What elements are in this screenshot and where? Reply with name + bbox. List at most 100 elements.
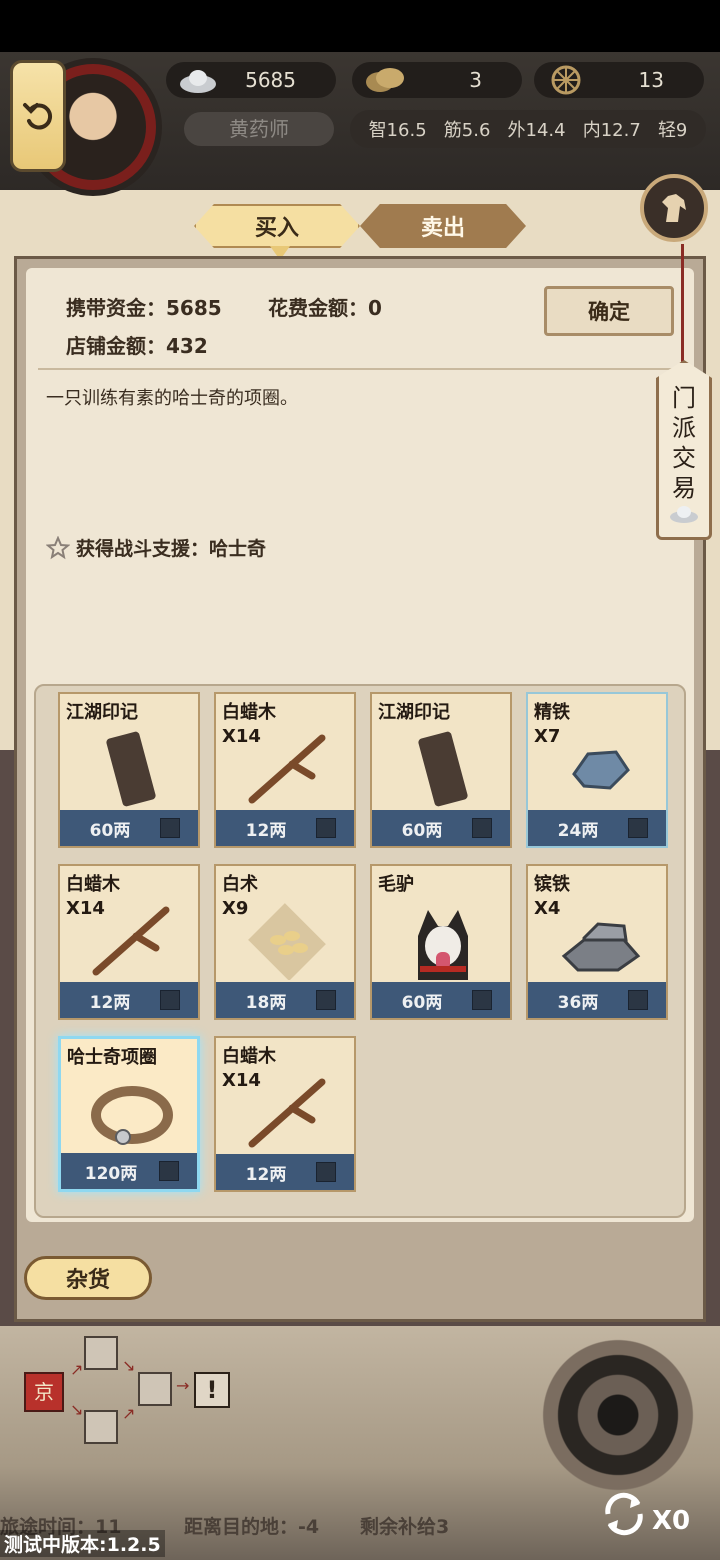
map-node[interactable] — [84, 1410, 118, 1444]
character-stats: 智16.5 筋5.6 外14.4 内12.7 轻9 — [350, 110, 706, 148]
remaining-supplies: 剩余补给3 — [360, 1516, 450, 1538]
distance-to-destination: 距离目的地：-4 — [184, 1516, 320, 1538]
misc-goods-button[interactable]: 杂货 — [24, 1256, 152, 1300]
item-card[interactable]: 毛驴 60两 — [370, 864, 512, 1020]
item-price: 24两 — [557, 820, 599, 841]
item-price: 12两 — [89, 992, 131, 1013]
refresh-count: X0 — [652, 1506, 691, 1536]
map-start-glyph: 京 — [34, 1380, 54, 1404]
item-card[interactable]: 江湖印记 60两 — [370, 692, 512, 848]
wheel-icon — [551, 65, 581, 95]
coin-value: 3 — [469, 68, 482, 92]
item-price: 60两 — [89, 820, 131, 841]
select-checkbox[interactable] — [316, 818, 336, 838]
select-checkbox[interactable] — [160, 990, 180, 1010]
item-name: 江湖印记 — [378, 702, 450, 723]
price-bar: 12两 — [216, 1154, 354, 1190]
price-bar: 12两 — [216, 810, 354, 846]
carry-funds: 携带资金：5685 — [66, 296, 222, 320]
item-name: 白蜡木 — [66, 874, 120, 895]
map-start-node: 京 — [24, 1372, 64, 1412]
stat-inner: 内12.7 — [582, 120, 641, 141]
collar-icon — [91, 1086, 173, 1145]
side-tag-char: 派 — [672, 414, 696, 442]
status-bar — [0, 0, 720, 52]
silver-counter: 5685 — [166, 62, 336, 98]
ore-icon — [572, 750, 630, 790]
item-card[interactable]: 白术 X9 18两 — [214, 864, 356, 1020]
character-name: 黄药师 — [184, 112, 334, 146]
wheel-counter: 13 — [534, 62, 704, 98]
tab-sell[interactable]: 卖出 — [360, 204, 526, 248]
spend-amount: 花费金额：0 — [268, 296, 382, 320]
select-checkbox[interactable] — [628, 818, 648, 838]
item-card-selected[interactable]: 哈士奇项圈 120两 — [58, 1036, 200, 1192]
item-card[interactable]: 江湖印记 60两 — [58, 692, 200, 848]
select-checkbox[interactable] — [472, 818, 492, 838]
price-bar: 60两 — [372, 982, 510, 1018]
price-bar: 60两 — [372, 810, 510, 846]
item-price: 12两 — [245, 1164, 287, 1185]
price-bar: 18两 — [216, 982, 354, 1018]
item-card[interactable]: 镔铁 X4 36两 — [526, 864, 668, 1020]
wood-branch-icon — [92, 906, 170, 976]
side-tag-char: 门 — [672, 384, 696, 412]
silver-ingot-icon — [180, 70, 216, 93]
divider — [38, 368, 688, 370]
token-icon — [418, 731, 468, 807]
side-tag-char: 易 — [672, 474, 696, 502]
price-bar: 36两 — [528, 982, 666, 1018]
travel-wheel[interactable] — [528, 1330, 708, 1500]
item-name: 哈士奇项圈 — [67, 1047, 157, 1068]
item-card[interactable]: 白蜡木 X14 12两 — [214, 1036, 356, 1192]
refresh-icon[interactable] — [596, 1486, 652, 1542]
horse-icon — [662, 194, 686, 222]
item-price: 120两 — [84, 1163, 138, 1184]
select-checkbox[interactable] — [628, 990, 648, 1010]
item-name: 精铁 — [534, 702, 570, 723]
select-checkbox[interactable] — [472, 990, 492, 1010]
wood-branch-icon — [248, 734, 326, 804]
map-node[interactable] — [138, 1372, 172, 1406]
wood-branch-icon — [248, 1078, 326, 1148]
item-card[interactable]: 精铁 X7 24两 — [526, 692, 668, 848]
price-bar: 24两 — [528, 810, 666, 846]
confirm-button[interactable]: 确定 — [544, 286, 674, 336]
select-checkbox[interactable] — [316, 1162, 336, 1182]
item-description: 一只训练有素的哈士奇的项圈。 — [46, 388, 298, 409]
item-name: 白术 — [222, 874, 258, 895]
item-name: 白蜡木 — [222, 702, 276, 723]
route-arrow-icon: ↘ — [122, 1356, 136, 1375]
route-arrow-icon: → — [176, 1376, 190, 1395]
silver-value: 5685 — [245, 68, 296, 92]
stat-ext: 外14.4 — [507, 120, 566, 141]
select-checkbox[interactable] — [160, 818, 180, 838]
stat-int: 智16.5 — [368, 120, 427, 141]
map-event-node[interactable]: ! — [194, 1372, 230, 1408]
item-name: 白蜡木 — [222, 1046, 276, 1067]
back-button[interactable] — [10, 60, 66, 172]
wheel-value: 13 — [638, 68, 664, 92]
shop-funds: 店铺金额：432 — [66, 334, 208, 358]
coin-counter: 3 — [352, 62, 522, 98]
herb-slices-icon — [248, 903, 326, 980]
item-card[interactable]: 白蜡木 X14 12两 — [214, 692, 356, 848]
side-tag-char: 交 — [672, 444, 696, 472]
item-card[interactable]: 白蜡木 X14 12两 — [58, 864, 200, 1020]
select-checkbox[interactable] — [159, 1161, 179, 1181]
select-checkbox[interactable] — [316, 990, 336, 1010]
item-effect-text: 获得战斗支援：哈士奇 — [76, 538, 267, 560]
item-price: 60两 — [401, 992, 443, 1013]
mount-button[interactable] — [640, 174, 708, 242]
price-bar: 12两 — [60, 982, 198, 1018]
tab-buy[interactable]: 买入 — [194, 204, 360, 248]
price-bar: 60两 — [60, 810, 198, 846]
item-effect: 获得战斗支援：哈士奇 — [46, 534, 266, 561]
map-node[interactable] — [84, 1336, 118, 1370]
iron-ingot-icon — [561, 922, 641, 972]
side-tag-cord — [681, 244, 684, 364]
item-price: 60两 — [401, 820, 443, 841]
stat-agi: 轻9 — [657, 120, 688, 141]
item-price: 18两 — [245, 992, 287, 1013]
item-price: 36两 — [557, 992, 599, 1013]
